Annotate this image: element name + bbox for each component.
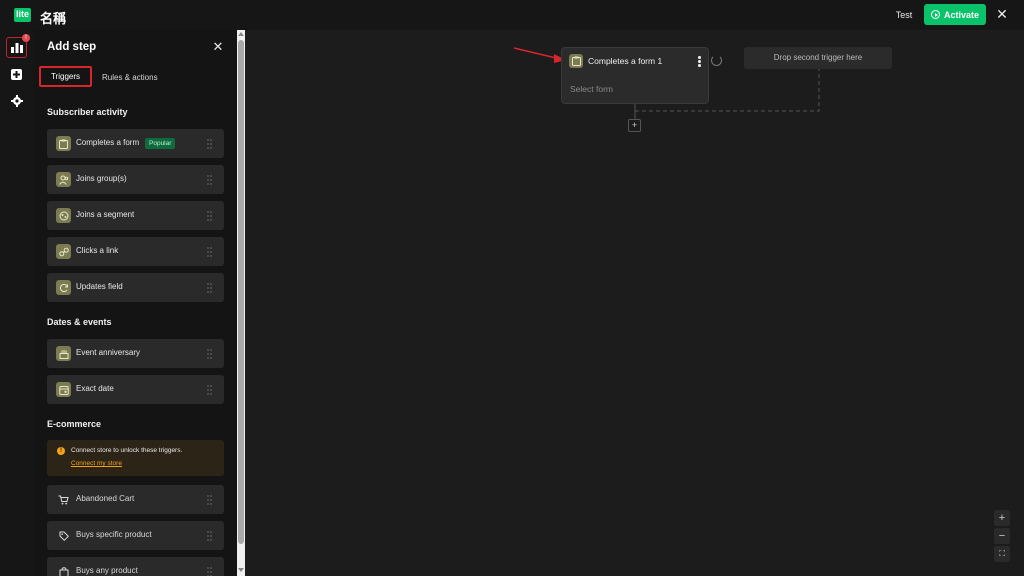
drag-handle-icon[interactable] [207, 211, 212, 221]
scroll-thumb[interactable] [238, 40, 244, 544]
bag-icon [56, 564, 71, 576]
trigger-abandoned-cart[interactable]: Abandoned Cart [47, 485, 224, 514]
trigger-label: Updates field [76, 282, 123, 291]
section-heading-ecommerce: E-commerce [47, 419, 102, 429]
trigger-buys-any-product[interactable]: Buys any product [47, 557, 224, 576]
settings-icon[interactable] [6, 90, 27, 111]
refresh-icon [56, 280, 71, 295]
trigger-clicks-link[interactable]: Clicks a link [47, 237, 224, 266]
tab-rules-actions[interactable]: Rules & actions [102, 73, 158, 82]
trigger-event-anniversary[interactable]: Event anniversary [47, 339, 224, 368]
notification-badge: ! [22, 34, 30, 42]
close-icon[interactable]: ✕ [994, 6, 1010, 22]
add-step-icon[interactable] [6, 64, 27, 85]
connect-store-notice: ! Connect store to unlock these triggers… [47, 440, 224, 476]
trigger-label: Clicks a link [76, 246, 119, 255]
tag-icon [56, 528, 71, 543]
trigger-updates-field[interactable]: Updates field [47, 273, 224, 302]
tab-triggers[interactable]: Triggers [39, 66, 92, 87]
trigger-label: Joins a segment [76, 210, 135, 219]
trigger-label: Exact date [76, 384, 114, 393]
second-trigger-dropzone[interactable]: Drop second trigger here [744, 47, 892, 69]
trigger-label: Joins group(s) [76, 174, 127, 183]
drag-handle-icon[interactable] [207, 247, 212, 257]
zoom-in-button[interactable]: + [994, 510, 1010, 526]
top-bar: lite 名稱 Test Activate ✕ [0, 0, 1024, 30]
drag-handle-icon[interactable] [207, 175, 212, 185]
panel-title: Add step [47, 41, 97, 53]
calendar-icon [56, 382, 71, 397]
trigger-buys-specific-product[interactable]: Buys specific product [47, 521, 224, 550]
section-heading-subscriber-activity: Subscriber activity [47, 107, 128, 117]
scroll-down-arrow-icon[interactable] [238, 568, 244, 572]
segment-icon [56, 208, 71, 223]
activate-button[interactable]: Activate [924, 4, 986, 25]
drag-handle-icon[interactable] [207, 385, 212, 395]
left-rail: ! [0, 30, 33, 576]
trigger-label: Buys specific product [76, 530, 152, 539]
trigger-label: Completes a form [76, 138, 140, 147]
popular-badge: Popular [145, 138, 176, 149]
select-form-prompt[interactable]: Select form [570, 84, 613, 94]
trigger-joins-groups[interactable]: Joins group(s) [47, 165, 224, 194]
group-icon [56, 172, 71, 187]
clipboard-icon [569, 54, 583, 68]
trigger-label: Abandoned Cart [76, 494, 135, 503]
zoom-out-button[interactable]: − [994, 528, 1010, 544]
trigger-label: Event anniversary [76, 348, 141, 357]
brand-logo[interactable]: lite [14, 8, 31, 22]
link-icon [56, 244, 71, 259]
warning-icon: ! [57, 447, 65, 455]
add-step-panel: Add step ✕ Triggers Rules & actions Subs… [33, 30, 237, 576]
section-heading-dates-events: Dates & events [47, 317, 112, 327]
trigger-completes-form[interactable]: Completes a form Popular [47, 129, 224, 158]
workflow-canvas[interactable] [245, 30, 1024, 576]
drag-handle-icon[interactable] [207, 349, 212, 359]
drag-handle-icon[interactable] [207, 531, 212, 541]
drag-handle-icon[interactable] [207, 495, 212, 505]
drag-handle-icon[interactable] [207, 139, 212, 149]
trigger-exact-date[interactable]: Exact date [47, 375, 224, 404]
trigger-joins-segment[interactable]: Joins a segment [47, 201, 224, 230]
add-step-button[interactable]: + [628, 119, 641, 132]
notice-text: Connect store to unlock these triggers. [71, 447, 183, 454]
cart-icon [56, 492, 71, 507]
play-circle-icon [930, 10, 940, 19]
scroll-up-arrow-icon[interactable] [238, 32, 244, 36]
automation-title[interactable]: 名稱 [40, 8, 66, 27]
cake-icon [56, 346, 71, 361]
activate-label: Activate [943, 9, 979, 20]
drag-handle-icon[interactable] [207, 567, 212, 576]
panel-close-icon[interactable]: ✕ [211, 39, 225, 55]
trigger-node[interactable]: Completes a form 1 Select form [561, 47, 709, 104]
stats-icon[interactable]: ! [6, 34, 30, 58]
connect-store-link[interactable]: Connect my store [71, 460, 122, 467]
drag-handle-icon[interactable] [207, 283, 212, 293]
clipboard-icon [56, 136, 71, 151]
fit-view-button[interactable]: ⛶ [994, 546, 1010, 562]
loading-spinner-icon [711, 55, 722, 66]
test-button[interactable]: Test [889, 6, 919, 24]
more-options-icon[interactable] [698, 56, 701, 67]
panel-scrollbar[interactable] [237, 30, 245, 576]
trigger-node-title: Completes a form 1 [588, 56, 663, 66]
trigger-label: Buys any product [76, 566, 138, 575]
